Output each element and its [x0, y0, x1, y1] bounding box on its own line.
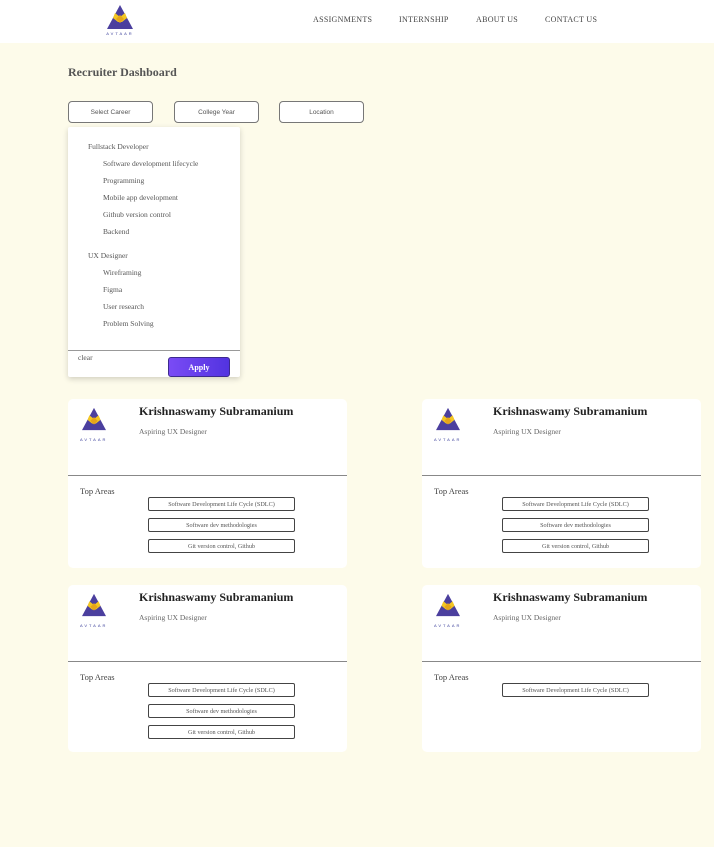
skill-tag: Software dev methodologies: [148, 704, 295, 718]
dropdown-option[interactable]: Mobile app development: [103, 193, 178, 202]
logo-wordmark: AVTAAR: [434, 437, 462, 442]
dropdown-option[interactable]: Problem Solving: [103, 319, 154, 328]
top-areas-label: Top Areas: [80, 672, 115, 682]
avtaar-logo: AVTAAR: [80, 407, 108, 442]
dropdown-option[interactable]: Github version control: [103, 210, 171, 219]
card-divider: [68, 661, 347, 662]
dropdown-divider: [68, 350, 240, 351]
skill-tag: Software dev methodologies: [148, 518, 295, 532]
candidate-card[interactable]: AVTAAR Krishnaswamy Subramanium Aspiring…: [68, 585, 347, 752]
logo-wordmark: AVTAAR: [80, 437, 108, 442]
page-title: Recruiter Dashboard: [68, 65, 177, 79]
dropdown-option[interactable]: Figma: [103, 285, 122, 294]
card-divider: [422, 475, 701, 476]
logo-wordmark: AVTAAR: [80, 623, 108, 628]
card-divider: [68, 475, 347, 476]
apply-button[interactable]: Apply: [168, 357, 230, 377]
nav-assignments[interactable]: ASSIGNMENTS: [313, 15, 372, 24]
logo-wordmark: AVTAAR: [434, 623, 462, 628]
dropdown-group-ux-designer[interactable]: UX Designer: [88, 251, 128, 260]
candidate-role: Aspiring UX Designer: [493, 613, 561, 622]
dropdown-group-fullstack[interactable]: Fullstack Developer: [88, 142, 149, 151]
avtaar-logo-icon: [107, 5, 133, 29]
candidate-name[interactable]: Krishnaswamy Subramanium: [493, 590, 647, 605]
clear-button[interactable]: clear: [78, 353, 93, 362]
avtaar-logo-icon: [82, 593, 106, 617]
top-areas-label: Top Areas: [434, 486, 469, 496]
logo-wordmark: AVTAAR: [106, 31, 134, 36]
dropdown-option[interactable]: Wireframing: [103, 268, 141, 277]
candidate-role: Aspiring UX Designer: [139, 427, 207, 436]
nav-contact-us[interactable]: CONTACT US: [545, 15, 597, 24]
dropdown-option[interactable]: Software development lifecycle: [103, 159, 198, 168]
candidate-card[interactable]: AVTAAR Krishnaswamy Subramanium Aspiring…: [422, 585, 701, 752]
nav-internship[interactable]: INTERNSHIP: [399, 15, 449, 24]
nav-about-us[interactable]: ABOUT US: [476, 15, 518, 24]
avtaar-logo[interactable]: AVTAAR: [105, 4, 135, 40]
avtaar-logo-icon: [436, 593, 460, 617]
skill-tag: Git version control, Github: [148, 725, 295, 739]
avtaar-logo-icon: [436, 407, 460, 431]
location-dropdown[interactable]: Location: [279, 101, 364, 123]
skill-tag: Software Development Life Cycle (SDLC): [502, 683, 649, 697]
avtaar-logo: AVTAAR: [80, 593, 108, 628]
skill-tag: Git version control, Github: [502, 539, 649, 553]
candidate-name[interactable]: Krishnaswamy Subramanium: [139, 404, 293, 419]
skill-tag: Software dev methodologies: [502, 518, 649, 532]
select-career-dropdown[interactable]: Select Career: [68, 101, 153, 123]
candidate-card[interactable]: AVTAAR Krishnaswamy Subramanium Aspiring…: [422, 399, 701, 568]
top-navigation-bar: AVTAAR ASSIGNMENTS INTERNSHIP ABOUT US C…: [0, 0, 714, 43]
candidate-card[interactable]: AVTAAR Krishnaswamy Subramanium Aspiring…: [68, 399, 347, 568]
college-year-dropdown[interactable]: College Year: [174, 101, 259, 123]
skill-tag: Git version control, Github: [148, 539, 295, 553]
candidate-role: Aspiring UX Designer: [139, 613, 207, 622]
dropdown-option[interactable]: User research: [103, 302, 144, 311]
skill-tag: Software Development Life Cycle (SDLC): [148, 497, 295, 511]
skill-tag: Software Development Life Cycle (SDLC): [502, 497, 649, 511]
card-divider: [422, 661, 701, 662]
avtaar-logo-icon: [82, 407, 106, 431]
career-dropdown-panel: Fullstack Developer Software development…: [68, 127, 240, 377]
candidate-name[interactable]: Krishnaswamy Subramanium: [139, 590, 293, 605]
avtaar-logo: AVTAAR: [434, 593, 462, 628]
dropdown-option[interactable]: Programming: [103, 176, 144, 185]
candidate-name[interactable]: Krishnaswamy Subramanium: [493, 404, 647, 419]
avtaar-logo: AVTAAR: [434, 407, 462, 442]
top-areas-label: Top Areas: [434, 672, 469, 682]
top-areas-label: Top Areas: [80, 486, 115, 496]
candidate-role: Aspiring UX Designer: [493, 427, 561, 436]
skill-tag: Software Development Life Cycle (SDLC): [148, 683, 295, 697]
dropdown-option[interactable]: Backend: [103, 227, 129, 236]
